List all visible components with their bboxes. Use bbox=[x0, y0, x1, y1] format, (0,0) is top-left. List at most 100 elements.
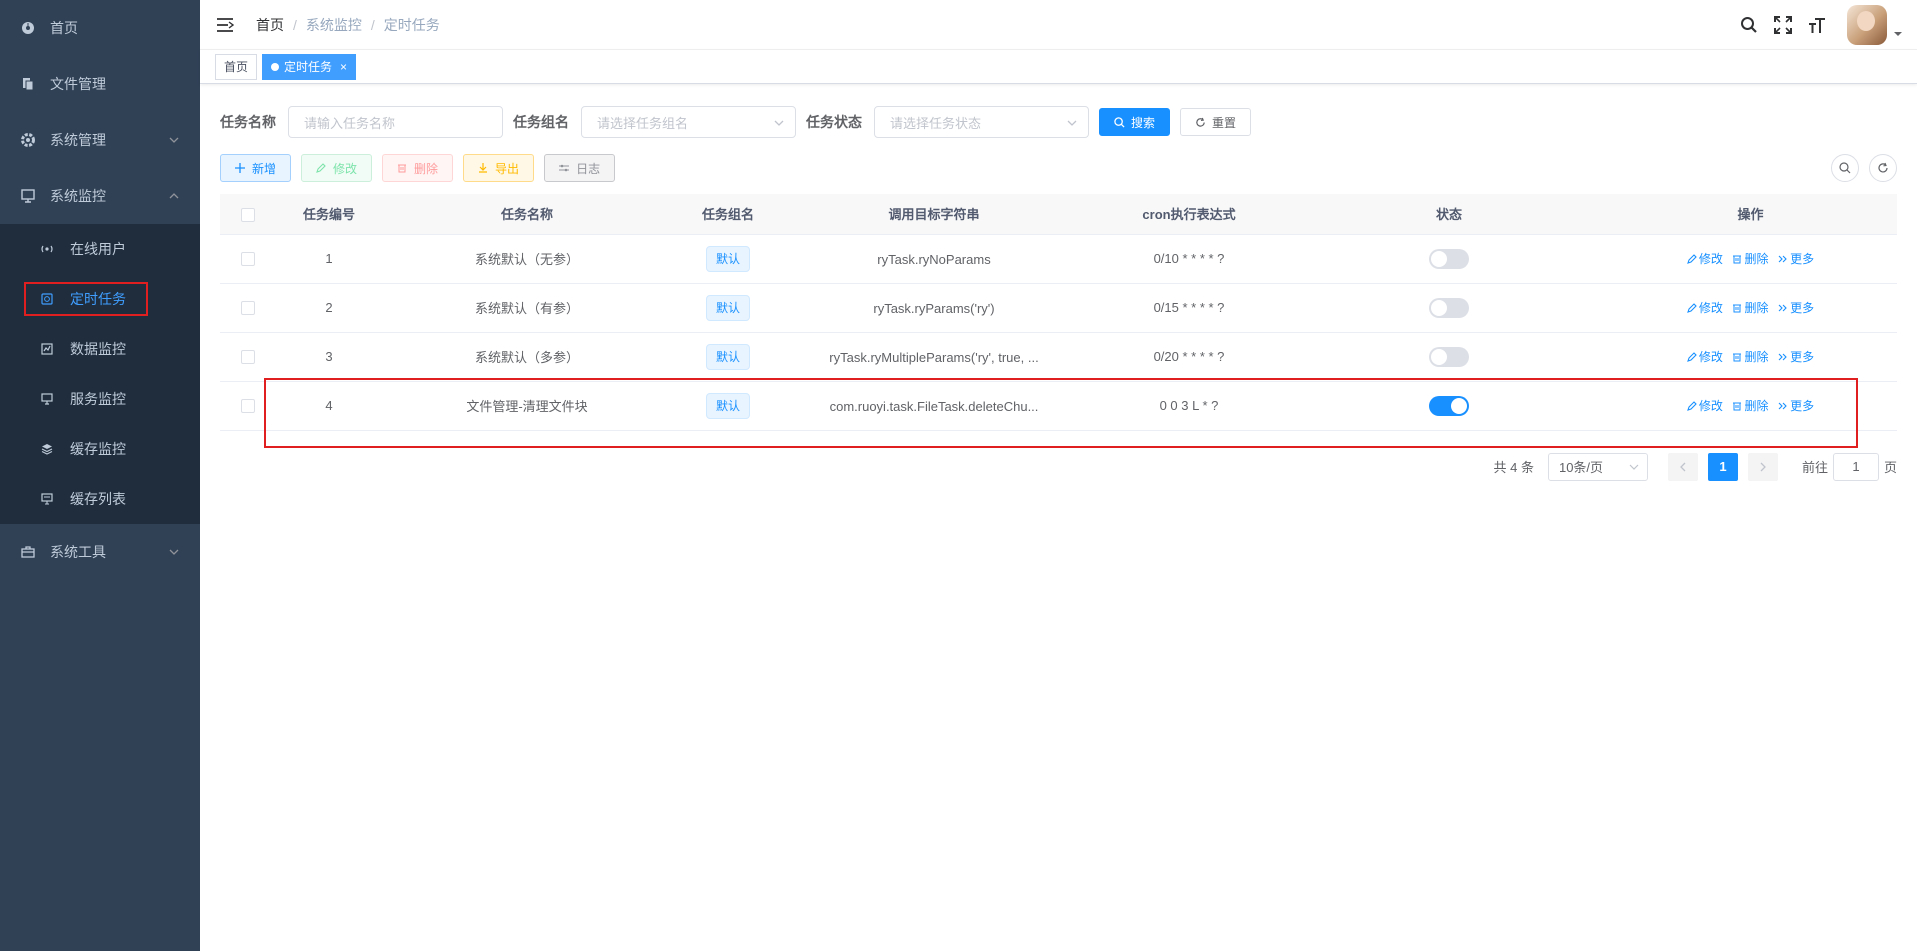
row-edit-button[interactable]: 修改 bbox=[1686, 299, 1723, 316]
cell-invoke-target: ryTask.ryMultipleParams('ry', true, ... bbox=[829, 349, 1039, 365]
sidebar-item-job[interactable]: 定时任务 bbox=[0, 274, 200, 324]
cell-cron: 0/10 * * * * ? bbox=[1084, 234, 1294, 284]
row-delete-button[interactable]: 删除 bbox=[1732, 299, 1769, 316]
operation-icon bbox=[559, 162, 571, 174]
breadcrumb-item: 定时任务 bbox=[383, 16, 440, 33]
font-size-icon[interactable] bbox=[1807, 15, 1827, 35]
sidebar-item-home[interactable]: 首页 bbox=[0, 0, 200, 56]
group-tag: 默认 bbox=[705, 294, 750, 321]
avatar[interactable] bbox=[1847, 5, 1887, 45]
row-more-button[interactable]: 更多 bbox=[1778, 299, 1814, 316]
row-checkbox[interactable] bbox=[241, 350, 255, 365]
edit-icon bbox=[1686, 302, 1697, 313]
sidebar-item-druid[interactable]: 数据监控 bbox=[0, 324, 200, 374]
sidebar-item-online[interactable]: 在线用户 bbox=[0, 224, 200, 274]
status-switch[interactable] bbox=[1429, 297, 1469, 318]
job-icon bbox=[40, 292, 54, 306]
status-select[interactable]: 请选择任务状态 bbox=[874, 106, 1089, 138]
header-job-name: 任务名称 bbox=[382, 194, 672, 235]
edit-button[interactable]: 修改 bbox=[301, 154, 373, 182]
cell-job-name: 系统默认（有参） bbox=[382, 283, 672, 333]
page-size-select[interactable]: 10条/页 bbox=[1547, 452, 1648, 481]
refresh-button[interactable] bbox=[1869, 154, 1897, 182]
cell-cron: 0 0 3 L * ? bbox=[1084, 381, 1294, 431]
file-icon bbox=[20, 76, 36, 92]
row-delete-button[interactable]: 删除 bbox=[1732, 250, 1769, 267]
sidebar-item-monitor[interactable]: 系统监控 bbox=[0, 168, 200, 224]
main-area: 首页 / 系统监控 / 定时任务 首页 定时任务 × 任务名称 请输入任务名称 … bbox=[200, 0, 1917, 951]
search-icon[interactable] bbox=[1739, 15, 1759, 35]
search-button-label: 搜索 bbox=[1131, 115, 1156, 130]
row-delete-button[interactable]: 删除 bbox=[1732, 348, 1769, 365]
row-more-button[interactable]: 更多 bbox=[1778, 397, 1814, 414]
row-edit-button[interactable]: 修改 bbox=[1686, 250, 1723, 267]
sidebar-item-redis-list[interactable]: 缓存列表 bbox=[0, 474, 200, 524]
cell-invoke-target: com.ruoyi.task.FileTask.deleteChu... bbox=[829, 398, 1039, 414]
op-label: 更多 bbox=[1790, 252, 1815, 266]
select-all-cell[interactable] bbox=[220, 194, 276, 235]
job-name-input[interactable]: 请输入任务名称 bbox=[288, 106, 503, 138]
row-more-button[interactable]: 更多 bbox=[1778, 250, 1814, 267]
double-arrow-right-icon bbox=[1778, 353, 1787, 360]
double-arrow-right-icon bbox=[1778, 304, 1787, 311]
row-checkbox[interactable] bbox=[241, 252, 255, 267]
delete-button[interactable]: 删除 bbox=[382, 154, 454, 182]
row-checkbox[interactable] bbox=[241, 399, 255, 414]
trash-icon bbox=[397, 162, 409, 174]
sidebar-item-tools[interactable]: 系统工具 bbox=[0, 524, 200, 580]
row-edit-button[interactable]: 修改 bbox=[1686, 397, 1723, 414]
toggle-search-button[interactable] bbox=[1831, 154, 1859, 182]
sidebar-item-label: 文件管理 bbox=[50, 76, 106, 92]
row-more-button[interactable]: 更多 bbox=[1778, 348, 1814, 365]
table-row: 1 系统默认（无参） 默认 ryTask.ryNoParams 0/10 * *… bbox=[220, 234, 1897, 284]
log-button[interactable]: 日志 bbox=[544, 154, 616, 182]
sidebar-item-file[interactable]: 文件管理 bbox=[0, 56, 200, 112]
status-switch[interactable] bbox=[1429, 395, 1469, 416]
reset-button[interactable]: 重置 bbox=[1180, 108, 1252, 136]
tag-job[interactable]: 定时任务 × bbox=[262, 53, 357, 80]
caret-down-icon[interactable] bbox=[1893, 29, 1903, 39]
double-arrow-right-icon bbox=[1778, 402, 1787, 409]
redis-list-icon bbox=[40, 492, 54, 506]
group-tag: 默认 bbox=[705, 343, 750, 370]
header-cron: cron执行表达式 bbox=[1084, 194, 1294, 235]
cell-invoke-target: ryTask.ryNoParams bbox=[877, 251, 991, 267]
header-job-id: 任务编号 bbox=[276, 194, 382, 235]
double-arrow-right-icon bbox=[1778, 255, 1787, 262]
row-edit-button[interactable]: 修改 bbox=[1686, 348, 1723, 365]
select-all-checkbox[interactable] bbox=[241, 207, 255, 222]
add-button[interactable]: 新增 bbox=[220, 154, 292, 182]
trash-icon bbox=[1733, 353, 1742, 361]
sidebar-item-redis[interactable]: 缓存监控 bbox=[0, 424, 200, 474]
table-header-row: 任务编号 任务名称 任务组名 调用目标字符串 cron执行表达式 状态 操作 bbox=[220, 194, 1897, 235]
sidebar-item-system[interactable]: 系统管理 bbox=[0, 112, 200, 168]
header-invoke-target: 调用目标字符串 bbox=[784, 194, 1084, 235]
chevron-down-icon bbox=[169, 549, 179, 555]
fullscreen-icon[interactable] bbox=[1773, 15, 1793, 35]
row-delete-button[interactable]: 删除 bbox=[1732, 397, 1769, 414]
page-number-current[interactable]: 1 bbox=[1707, 452, 1738, 481]
status-switch[interactable] bbox=[1429, 346, 1469, 367]
goto-page-input[interactable]: 1 bbox=[1832, 452, 1879, 481]
gear-icon bbox=[20, 132, 36, 148]
op-label: 更多 bbox=[1790, 399, 1815, 413]
breadcrumb-item[interactable]: 首页 bbox=[256, 15, 284, 35]
toolbar: 新增 修改 删除 导出 日志 bbox=[220, 152, 1897, 184]
sidebar: 首页 文件管理 系统管理 系统监控 在线用户 定时任务 数据监控 服务监控 缓存… bbox=[0, 0, 200, 951]
export-button[interactable]: 导出 bbox=[463, 154, 535, 182]
prev-page-button[interactable] bbox=[1667, 452, 1698, 481]
status-switch[interactable] bbox=[1429, 248, 1469, 269]
tool-icon bbox=[20, 544, 36, 560]
op-label: 更多 bbox=[1790, 301, 1815, 315]
sidebar-item-server[interactable]: 服务监控 bbox=[0, 374, 200, 424]
next-page-button[interactable] bbox=[1747, 452, 1778, 481]
op-label: 删除 bbox=[1744, 301, 1769, 315]
job-name-placeholder: 请输入任务名称 bbox=[304, 115, 396, 131]
close-icon[interactable]: × bbox=[340, 55, 347, 79]
tag-home[interactable]: 首页 bbox=[215, 53, 258, 80]
hamburger-icon[interactable] bbox=[216, 16, 234, 34]
search-button[interactable]: 搜索 bbox=[1099, 108, 1171, 136]
row-checkbox[interactable] bbox=[241, 301, 255, 316]
cell-job-name: 系统默认（无参） bbox=[382, 234, 672, 284]
job-group-select[interactable]: 请选择任务组名 bbox=[581, 106, 796, 138]
